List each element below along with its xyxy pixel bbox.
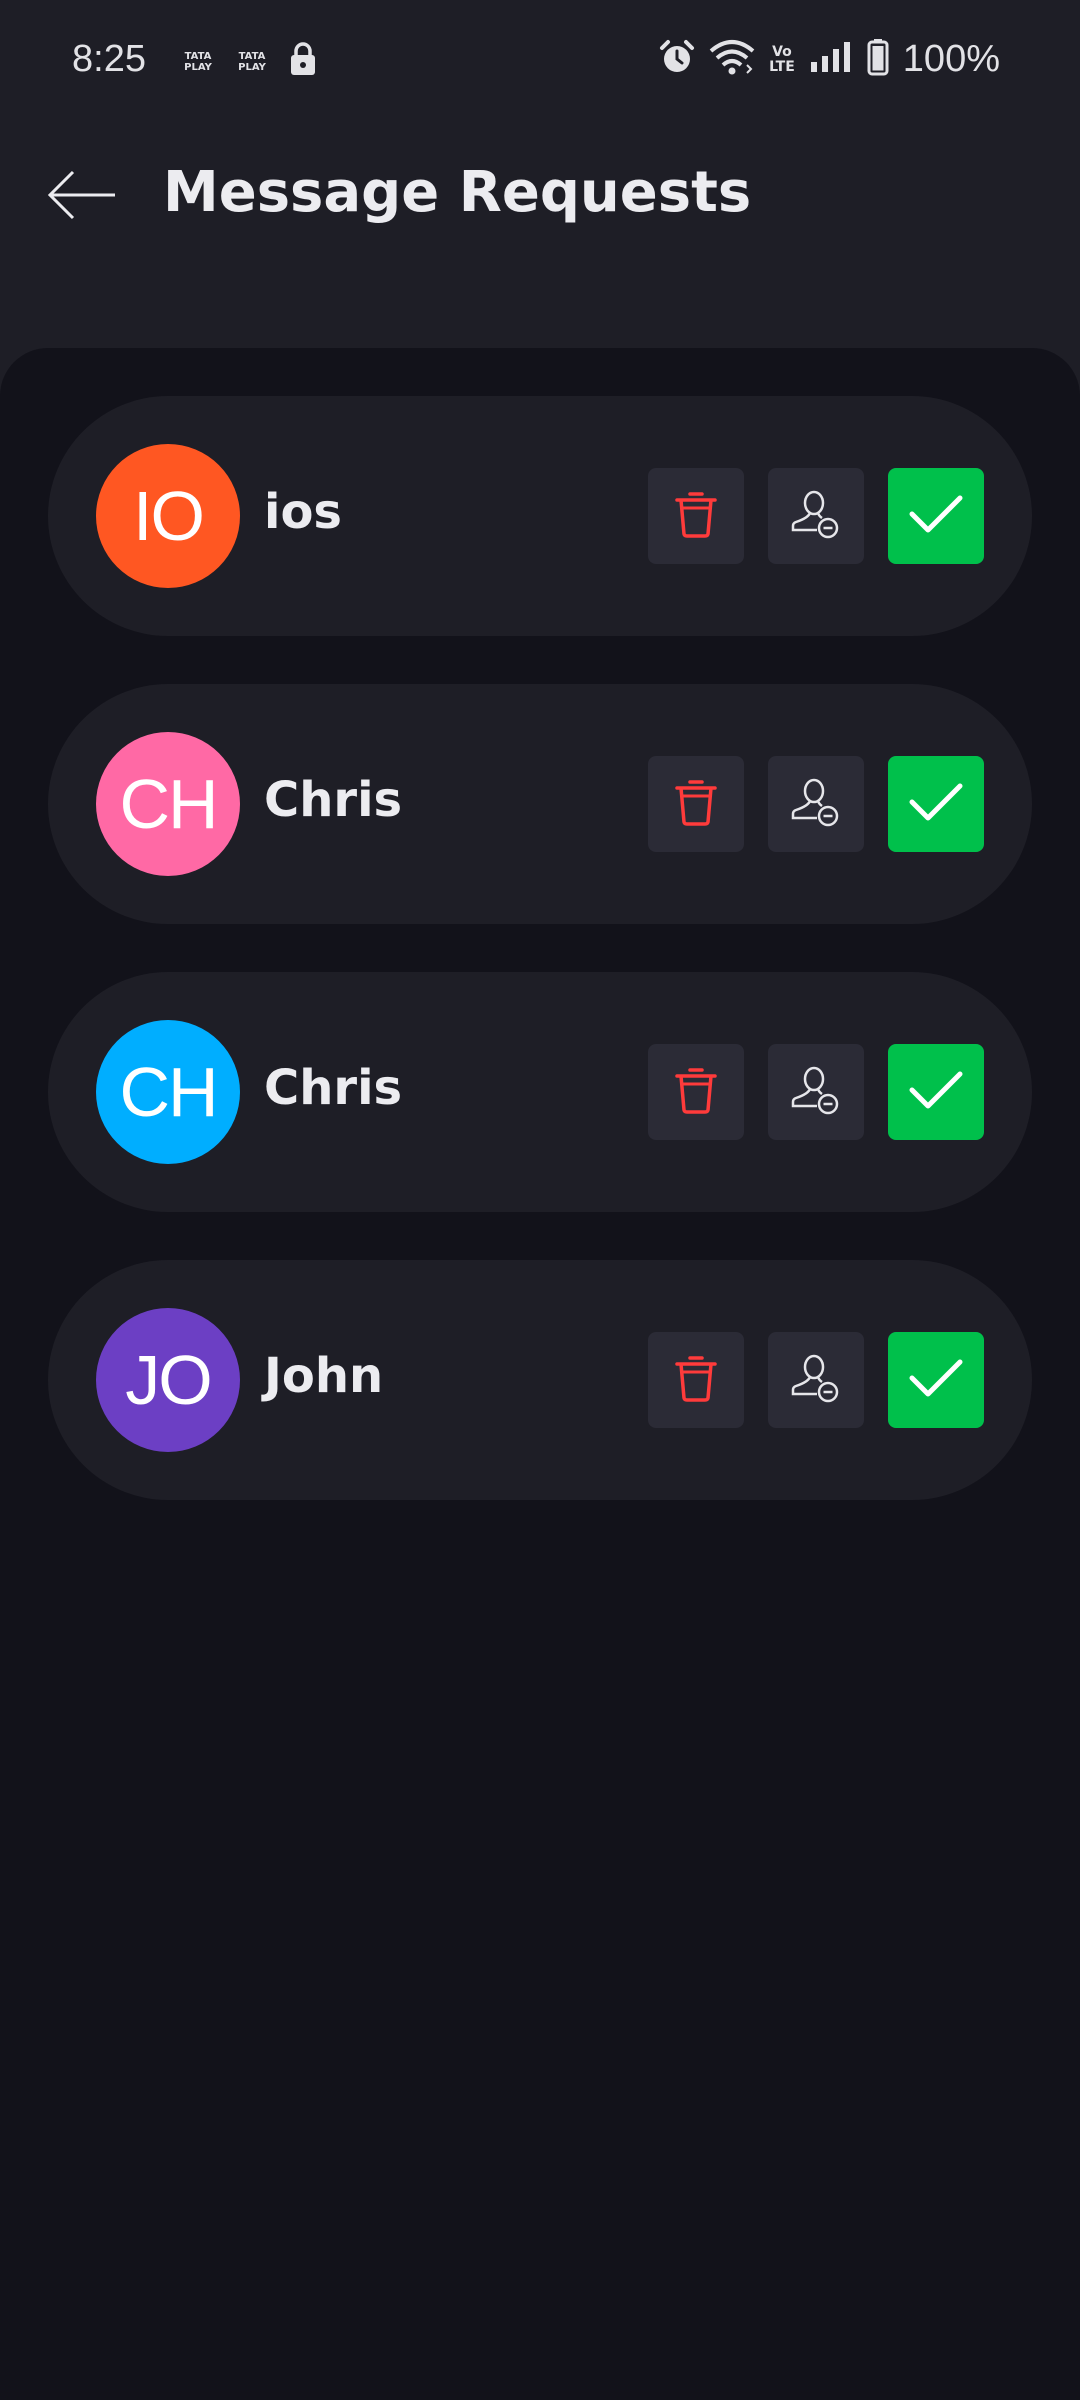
status-bar: 8:25 TATA PLAY TATA PLAY Vo LTE 100%: [0, 0, 1080, 124]
request-row: IO ios: [48, 396, 1032, 636]
status-right-icons: Vo LTE 100%: [659, 38, 1000, 81]
signal-icon: [809, 40, 853, 79]
carrier-badge: TATA PLAY: [184, 50, 212, 73]
status-left-icons: TATA PLAY TATA PLAY: [182, 42, 316, 81]
trash-icon: [674, 489, 718, 544]
carrier-badge: TATA PLAY: [238, 50, 266, 73]
check-icon: [908, 492, 964, 541]
accept-button[interactable]: [888, 1044, 984, 1140]
user-block-icon: [790, 488, 842, 545]
trash-icon: [674, 1353, 718, 1408]
volte-label: Vo LTE: [769, 43, 795, 75]
avatar[interactable]: IO: [96, 444, 240, 588]
back-button[interactable]: [40, 164, 124, 230]
avatar-initials: IO: [133, 477, 205, 555]
accept-button[interactable]: [888, 468, 984, 564]
check-icon: [908, 1068, 964, 1117]
avatar[interactable]: CH: [96, 732, 240, 876]
delete-button[interactable]: [648, 756, 744, 852]
trash-icon: [674, 777, 718, 832]
request-name: Chris: [264, 1060, 403, 1116]
avatar[interactable]: JO: [96, 1308, 240, 1452]
delete-button[interactable]: [648, 1044, 744, 1140]
request-name: ios: [264, 484, 342, 540]
avatar-initials: CH: [119, 1053, 218, 1131]
battery-icon: [867, 38, 889, 81]
user-block-icon: [790, 1352, 842, 1409]
page-title: Message Requests: [163, 160, 752, 225]
request-list: IO ios CH Chris CH Chris JO John: [48, 396, 1032, 1548]
accept-button[interactable]: [888, 1332, 984, 1428]
user-block-icon: [790, 1064, 842, 1121]
block-button[interactable]: [768, 1332, 864, 1428]
request-name: Chris: [264, 772, 403, 828]
check-icon: [908, 1356, 964, 1405]
status-time: 8:25: [72, 38, 146, 80]
requests-panel: IO ios CH Chris CH Chris JO John: [0, 348, 1080, 2400]
battery-percent: 100%: [902, 38, 1000, 80]
block-button[interactable]: [768, 756, 864, 852]
trash-icon: [674, 1065, 718, 1120]
block-button[interactable]: [768, 468, 864, 564]
accept-button[interactable]: [888, 756, 984, 852]
avatar-initials: JO: [125, 1341, 212, 1419]
delete-button[interactable]: [648, 468, 744, 564]
user-block-icon: [790, 776, 842, 833]
avatar[interactable]: CH: [96, 1020, 240, 1164]
check-icon: [908, 780, 964, 829]
arrow-left-icon: [47, 169, 117, 226]
delete-button[interactable]: [648, 1332, 744, 1428]
alarm-icon: [659, 39, 695, 80]
avatar-initials: CH: [119, 765, 218, 843]
request-row: CH Chris: [48, 972, 1032, 1212]
request-name: John: [264, 1348, 384, 1404]
request-row: JO John: [48, 1260, 1032, 1500]
app-header: Message Requests: [0, 124, 1080, 348]
block-button[interactable]: [768, 1044, 864, 1140]
request-row: CH Chris: [48, 684, 1032, 924]
lock-icon: [290, 42, 316, 81]
wifi-icon: [709, 39, 755, 80]
